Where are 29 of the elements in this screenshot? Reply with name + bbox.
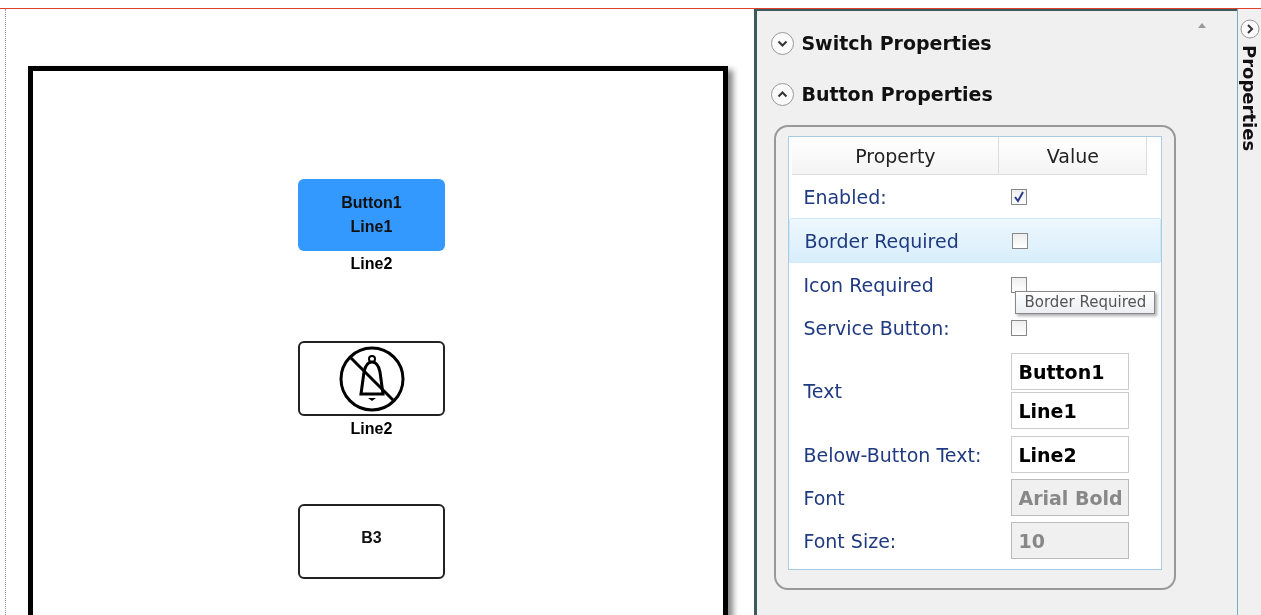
- checkbox[interactable]: [1012, 232, 1029, 249]
- checkbox[interactable]: [1011, 319, 1028, 336]
- property-label: Icon Required: [803, 273, 935, 296]
- value-field[interactable]: Button1: [1011, 353, 1130, 390]
- column-header: Property: [792, 137, 1000, 174]
- property-row[interactable]: Border Required: [789, 218, 1162, 263]
- property-label: Below-Button Text:: [803, 443, 983, 466]
- property-label: Service Button:: [803, 316, 951, 339]
- property-label: Enabled:: [803, 185, 888, 208]
- section-header[interactable]: Button Properties: [770, 74, 993, 114]
- muted-bell-icon: [338, 345, 405, 412]
- scroll-up-icon[interactable]: [1197, 21, 1208, 29]
- column-header: Value: [999, 137, 1148, 174]
- checkbox[interactable]: [1011, 276, 1028, 293]
- value-field[interactable]: Line1: [1011, 392, 1130, 429]
- properties-tab[interactable]: Properties: [1239, 45, 1261, 152]
- property-label: Font: [803, 486, 846, 509]
- property-label: Text: [803, 380, 843, 402]
- property-label: Font Size:: [803, 529, 898, 552]
- value-field[interactable]: Line2: [1011, 436, 1130, 473]
- below-button-label: Line2: [350, 420, 393, 440]
- checkbox[interactable]: [1011, 188, 1028, 205]
- expand-icon[interactable]: [1239, 19, 1260, 39]
- tooltip: Border Required: [1015, 291, 1156, 314]
- collapse-icon: [770, 81, 796, 107]
- property-label: Border Required: [804, 229, 960, 252]
- section-header[interactable]: Switch Properties: [770, 23, 992, 63]
- below-button-label: Line2: [350, 255, 393, 274]
- expand-icon: [770, 30, 796, 56]
